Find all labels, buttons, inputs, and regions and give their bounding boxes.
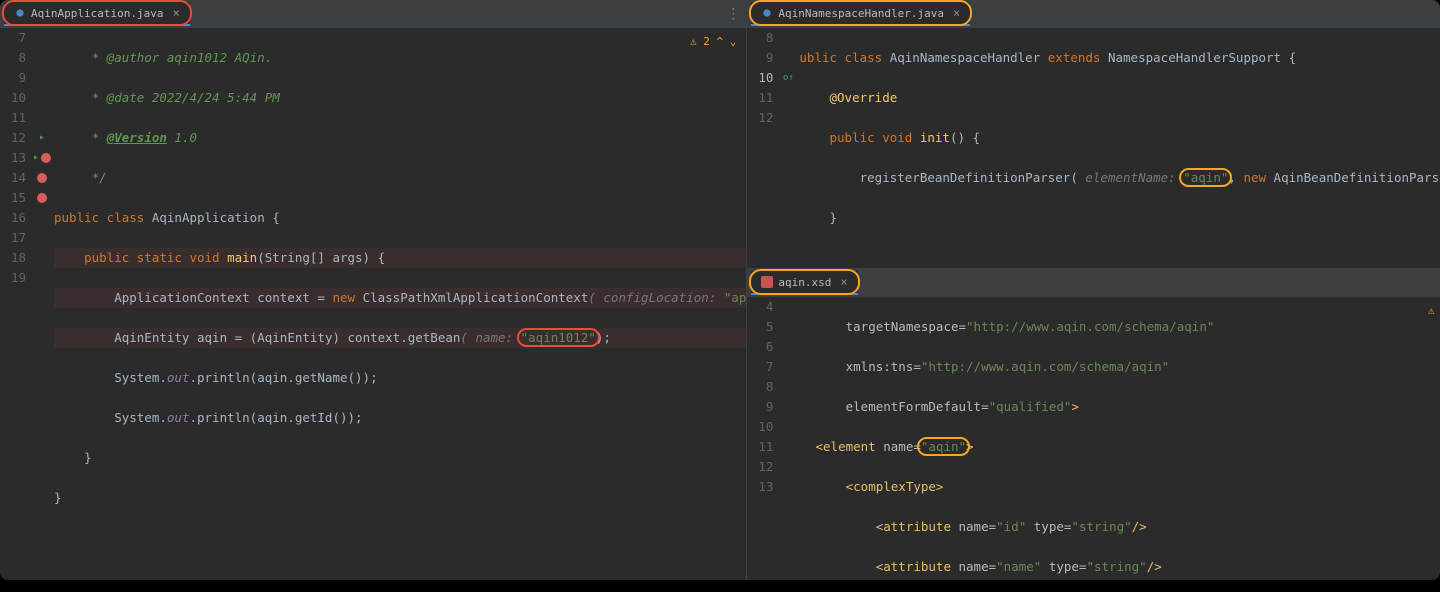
code-area[interactable]: ublic class AqinNamespaceHandler extends… <box>795 28 1440 268</box>
tabrow: AqinApplication.java × ⋮ <box>0 0 746 28</box>
tab-label: aqin.xsd <box>778 276 831 289</box>
breakpoint-icon[interactable] <box>37 193 47 203</box>
run-icon[interactable]: ▸ <box>33 148 39 168</box>
override-icon[interactable]: o↑ <box>781 68 795 88</box>
tab-aqin-xsd[interactable]: aqin.xsd × <box>751 271 857 295</box>
java-icon <box>761 7 773 19</box>
pane-namespace-handler: AqinNamespaceHandler.java × ⋮ ✓ 89101112… <box>747 0 1440 269</box>
pane-aqin-xsd: aqin.xsd × ⋮ ⚠ 1 ^ ⌄ 45678910111213 targ… <box>747 269 1440 580</box>
code-area[interactable]: * @author aqin1012 AQin. * @date 2022/4/… <box>50 28 746 580</box>
marker-gutter: ▸ ▸ <box>34 28 50 580</box>
java-icon <box>14 7 26 19</box>
editor[interactable]: ✓ 89101112 o↑ ublic class AqinNamespaceH… <box>747 28 1440 268</box>
close-icon[interactable]: × <box>172 6 179 20</box>
line-gutter: 89101112 <box>747 28 781 268</box>
code-area[interactable]: targetNamespace="http://www.aqin.com/sch… <box>781 297 1440 580</box>
run-icon[interactable]: ▸ <box>39 128 45 148</box>
editor[interactable]: ⚠ 1 ^ ⌄ 45678910111213 targetNamespace="… <box>747 297 1440 580</box>
xml-icon <box>761 276 773 288</box>
tab-namespace-handler[interactable]: AqinNamespaceHandler.java × <box>751 2 970 26</box>
close-icon[interactable]: × <box>953 6 960 20</box>
tabrow: AqinNamespaceHandler.java × ⋮ <box>747 0 1440 28</box>
right-column: AqinNamespaceHandler.java × ⋮ ✓ 89101112… <box>747 0 1440 580</box>
tabrow: aqin.xsd × ⋮ <box>747 269 1440 297</box>
close-icon[interactable]: × <box>840 275 847 289</box>
ide-window: AqinApplication.java × ⋮ ⚠ 2 ^ ⌄ 7891011… <box>0 0 1440 580</box>
highlight-aqin: "aqin" <box>1183 170 1228 185</box>
override-gutter: o↑ <box>781 28 795 268</box>
tab-label: AqinApplication.java <box>31 7 163 20</box>
tab-label: AqinNamespaceHandler.java <box>778 7 944 20</box>
breakpoint-icon[interactable] <box>37 173 47 183</box>
pane-aqin-application: AqinApplication.java × ⋮ ⚠ 2 ^ ⌄ 7891011… <box>0 0 746 580</box>
more-icon[interactable]: ⋮ <box>726 6 740 22</box>
editor[interactable]: ⚠ 2 ^ ⌄ 78910111213141516171819 ▸ ▸ * @a… <box>0 28 746 580</box>
left-column: AqinApplication.java × ⋮ ⚠ 2 ^ ⌄ 7891011… <box>0 0 747 580</box>
highlight-aqin: "aqin" <box>921 439 966 454</box>
tab-aqin-application[interactable]: AqinApplication.java × <box>4 2 190 26</box>
line-gutter: 78910111213141516171819 <box>0 28 34 580</box>
highlight-aqin1012: "aqin1012" <box>521 330 596 345</box>
line-gutter: 45678910111213 <box>747 297 781 580</box>
